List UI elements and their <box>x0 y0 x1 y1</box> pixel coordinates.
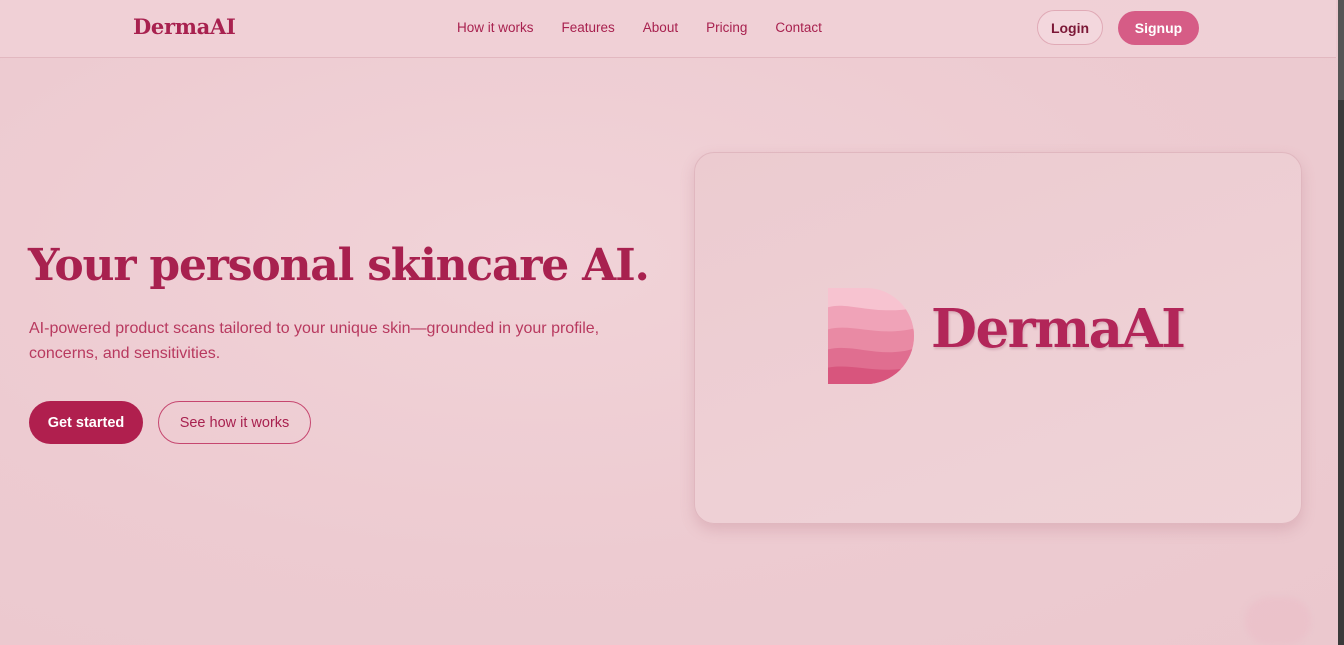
chat-widget-button[interactable] <box>1245 597 1311 645</box>
hero-subtitle: AI-powered product scans tailored to you… <box>29 316 629 366</box>
nav-link-features[interactable]: Features <box>562 20 615 35</box>
see-how-it-works-button[interactable]: See how it works <box>158 401 311 444</box>
page-scrollbar[interactable] <box>1338 0 1344 645</box>
showcase-wordmark: DermaAI <box>931 298 1186 360</box>
layered-d-logo-icon <box>828 288 914 384</box>
scrollbar-thumb[interactable] <box>1338 0 1344 100</box>
login-button[interactable]: Login <box>1037 10 1103 45</box>
top-navbar: DermaAI How it works Features About Pric… <box>0 0 1336 58</box>
hero-title: Your personal skincare AI. <box>28 240 650 291</box>
landing-page: DermaAI How it works Features About Pric… <box>0 0 1344 645</box>
nav-links: How it works Features About Pricing Cont… <box>457 20 850 35</box>
nav-link-how-it-works[interactable]: How it works <box>457 20 534 35</box>
hero-subtitle-line-2: concerns, and sensitivities. <box>29 345 221 362</box>
nav-link-contact[interactable]: Contact <box>775 20 822 35</box>
hero-subtitle-line-1: AI-powered product scans tailored to you… <box>29 320 600 337</box>
nav-link-about[interactable]: About <box>643 20 678 35</box>
signup-button[interactable]: Signup <box>1118 11 1199 45</box>
brand-logo[interactable]: DermaAI <box>133 14 236 39</box>
nav-link-pricing[interactable]: Pricing <box>706 20 747 35</box>
get-started-button[interactable]: Get started <box>29 401 143 444</box>
